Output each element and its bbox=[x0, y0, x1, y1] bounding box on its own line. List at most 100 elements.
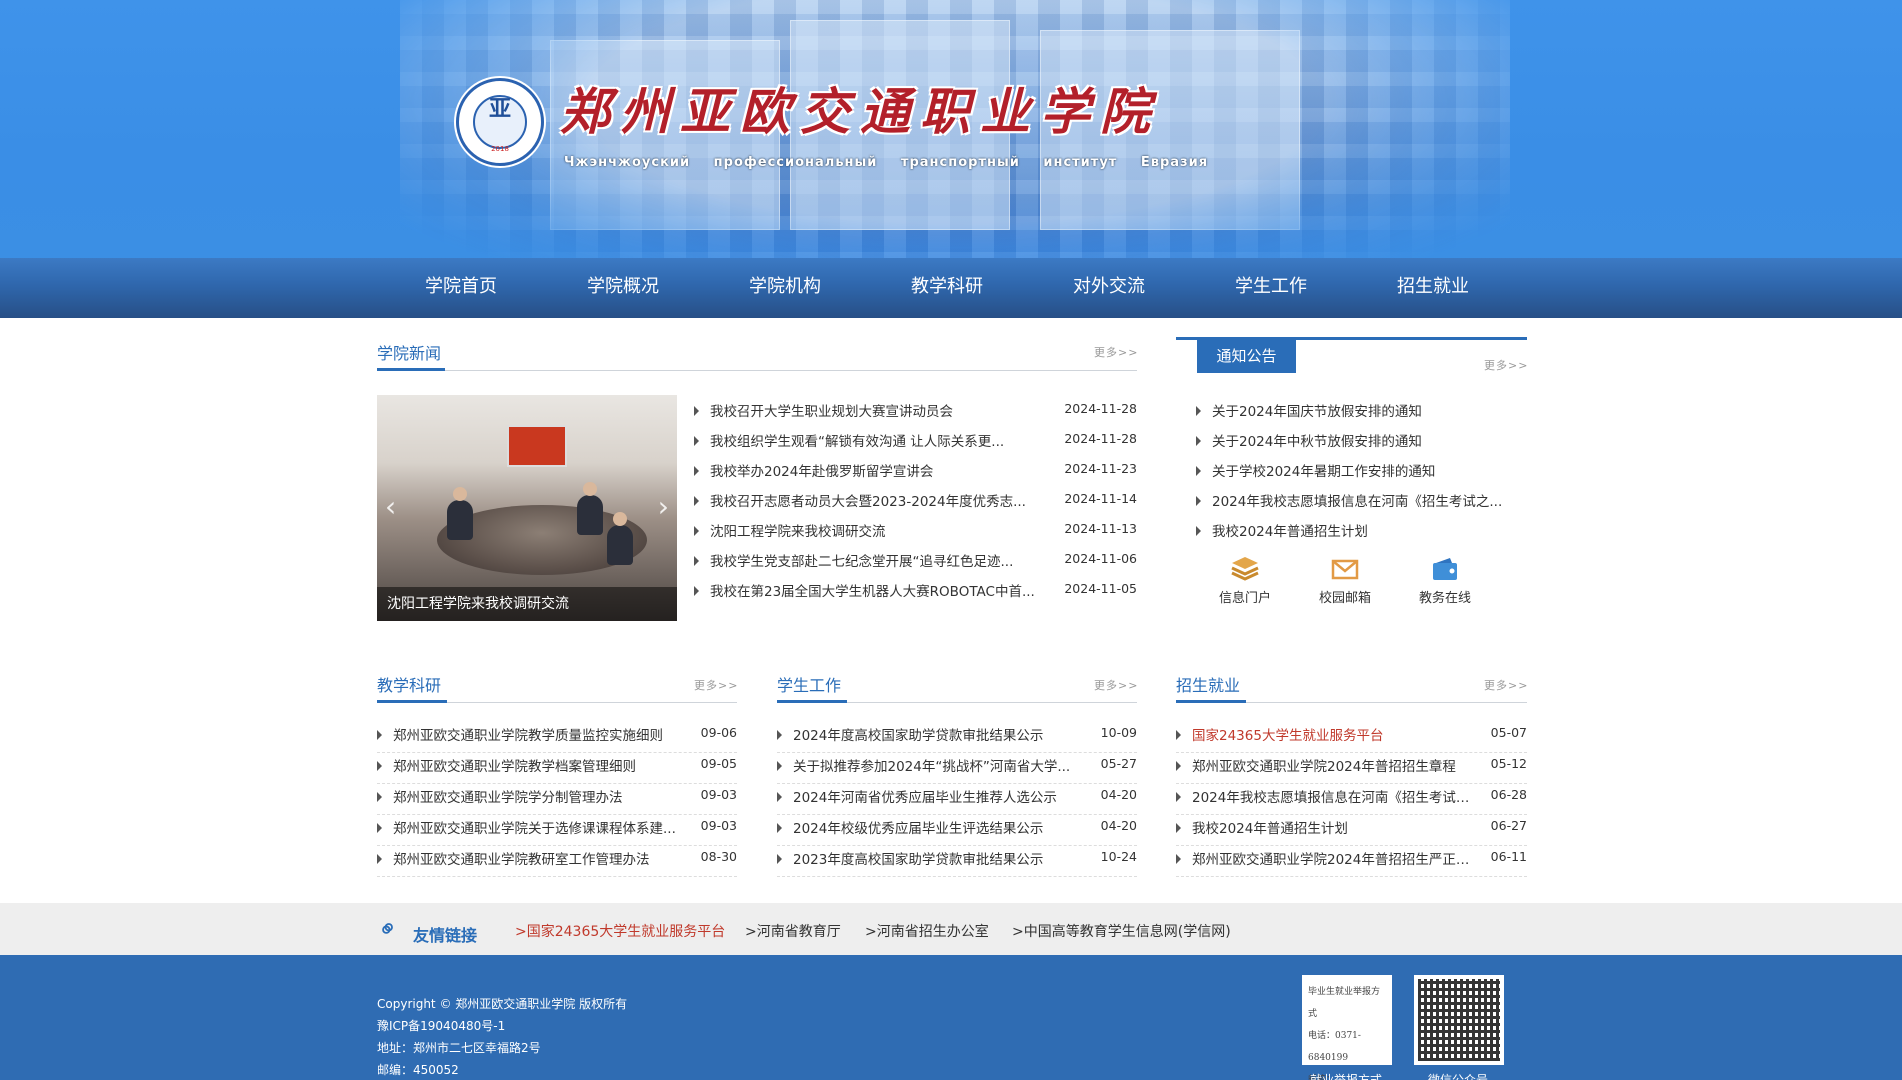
news-item-title[interactable]: 我校举办2024年赴俄罗斯留学宣讲会 bbox=[710, 460, 1060, 480]
notice-item[interactable]: 关于2024年中秋节放假安排的通知 bbox=[1196, 430, 1516, 452]
admission-item[interactable]: 2024年我校志愿填报信息在河南《招生考试之... 06-28 bbox=[1176, 786, 1527, 815]
student-item-title[interactable]: 2024年校级优秀应届毕业生评选结果公示 bbox=[793, 817, 1093, 837]
news-item-title[interactable]: 我校在第23届全国大学生机器人大赛ROBOTAC中首... bbox=[710, 580, 1060, 600]
student-item-title[interactable]: 2023年度高校国家助学贷款审批结果公示 bbox=[793, 848, 1093, 868]
teaching-item-date: 08-30 bbox=[700, 849, 737, 864]
nav-item-overview[interactable]: 学院概况 bbox=[542, 258, 704, 318]
notice-item[interactable]: 我校2024年普通招生计划 bbox=[1196, 520, 1516, 542]
admission-item-title[interactable]: 我校2024年普通招生计划 bbox=[1192, 817, 1482, 837]
notice-item-title[interactable]: 我校2024年普通招生计划 bbox=[1212, 520, 1512, 540]
news-item-title[interactable]: 我校学生党支部赴二七纪念堂开展“追寻红色足迹... bbox=[710, 550, 1060, 570]
notice-more-link[interactable]: 更多>> bbox=[1484, 357, 1528, 373]
nav-item-admission[interactable]: 招生就业 bbox=[1352, 258, 1514, 318]
admission-item-date: 05-12 bbox=[1490, 756, 1527, 771]
admission-section-title: 招生就业 bbox=[1176, 676, 1241, 695]
news-item-title[interactable]: 我校组织学生观看“解锁有效沟通 让人际关系更... bbox=[710, 430, 1060, 450]
teaching-item-date: 09-03 bbox=[700, 787, 737, 802]
student-item[interactable]: 2024年河南省优秀应届毕业生推荐人选公示 04-20 bbox=[777, 786, 1137, 815]
teaching-item-title[interactable]: 郑州亚欧交通职业学院教学质量监控实施细则 bbox=[393, 724, 693, 744]
bullet-triangle-icon bbox=[377, 792, 382, 802]
notice-item[interactable]: 2024年我校志愿填报信息在河南《招生考试之... bbox=[1196, 490, 1516, 512]
friend-link-henan-edu[interactable]: >河南省教育厅 bbox=[745, 921, 841, 941]
student-item-date: 10-24 bbox=[1100, 849, 1137, 864]
teaching-item[interactable]: 郑州亚欧交通职业学院教学档案管理细则 09-05 bbox=[377, 755, 737, 784]
teaching-item[interactable]: 郑州亚欧交通职业学院教学质量监控实施细则 09-06 bbox=[377, 724, 737, 753]
news-item-title[interactable]: 我校召开志愿者动员大会暨2023-2024年度优秀志... bbox=[710, 490, 1060, 510]
nav-item-teaching[interactable]: 教学科研 bbox=[866, 258, 1028, 318]
news-item[interactable]: 沈阳工程学院来我校调研交流 2024-11-13 bbox=[694, 520, 1137, 542]
admission-item[interactable]: 郑州亚欧交通职业学院2024年普招招生严正声... 06-11 bbox=[1176, 848, 1527, 877]
admission-item-title[interactable]: 2024年我校志愿填报信息在河南《招生考试之... bbox=[1192, 786, 1482, 806]
slider-photo-head bbox=[453, 487, 467, 501]
teaching-item-title[interactable]: 郑州亚欧交通职业学院教研室工作管理办法 bbox=[393, 848, 693, 868]
nav-item-home[interactable]: 学院首页 bbox=[380, 258, 542, 318]
news-slider[interactable]: ‹ › 沈阳工程学院来我校调研交流 bbox=[377, 395, 677, 621]
news-item[interactable]: 我校召开志愿者动员大会暨2023-2024年度优秀志... 2024-11-14 bbox=[694, 490, 1137, 512]
nav-item-student-work[interactable]: 学生工作 bbox=[1190, 258, 1352, 318]
bullet-triangle-icon bbox=[694, 526, 699, 536]
admission-more-link[interactable]: 更多>> bbox=[1484, 677, 1528, 693]
notice-item-title[interactable]: 2024年我校志愿填报信息在河南《招生考试之... bbox=[1212, 490, 1512, 510]
admission-item[interactable]: 郑州亚欧交通职业学院2024年普招招生章程 05-12 bbox=[1176, 755, 1527, 784]
news-item-date: 2024-11-13 bbox=[1064, 521, 1137, 536]
bullet-triangle-icon bbox=[694, 496, 699, 506]
friend-link-henan-admission[interactable]: >河南省招生办公室 bbox=[865, 921, 989, 941]
footer-copyright: Copyright © 郑州亚欧交通职业学院 版权所有 bbox=[377, 997, 628, 1011]
admission-item-title[interactable]: 郑州亚欧交通职业学院2024年普招招生严正声... bbox=[1192, 848, 1482, 868]
admission-item-date: 05-07 bbox=[1490, 725, 1527, 740]
student-item-title[interactable]: 2024年河南省优秀应届毕业生推荐人选公示 bbox=[793, 786, 1093, 806]
student-item[interactable]: 2024年度高校国家助学贷款审批结果公示 10-09 bbox=[777, 724, 1137, 753]
bullet-triangle-icon bbox=[1176, 823, 1181, 833]
nav-item-exchange[interactable]: 对外交流 bbox=[1028, 258, 1190, 318]
news-item[interactable]: 我校召开大学生职业规划大赛宣讲动员会 2024-11-28 bbox=[694, 400, 1137, 422]
footer-icp[interactable]: 豫ICP备19040480号-1 bbox=[377, 1017, 505, 1034]
notice-tab[interactable]: 通知公告 bbox=[1197, 340, 1296, 373]
report-contact-line: 电话：0371-6840199 bbox=[1308, 1031, 1361, 1063]
teaching-item[interactable]: 郑州亚欧交通职业学院关于选修课课程体系建... 09-03 bbox=[377, 817, 737, 846]
student-item[interactable]: 关于拟推荐参加2024年“挑战杯”河南省大学... 05-27 bbox=[777, 755, 1137, 784]
student-item-title[interactable]: 关于拟推荐参加2024年“挑战杯”河南省大学... bbox=[793, 755, 1093, 775]
teaching-item-title[interactable]: 郑州亚欧交通职业学院教学档案管理细则 bbox=[393, 755, 693, 775]
news-item-title[interactable]: 我校召开大学生职业规划大赛宣讲动员会 bbox=[710, 400, 1060, 420]
admission-item-title[interactable]: 国家24365大学生就业服务平台 bbox=[1192, 724, 1482, 744]
student-item-title[interactable]: 2024年度高校国家助学贷款审批结果公示 bbox=[793, 724, 1093, 744]
admission-item[interactable]: 国家24365大学生就业服务平台 05-07 bbox=[1176, 724, 1527, 753]
student-item[interactable]: 2024年校级优秀应届毕业生评选结果公示 04-20 bbox=[777, 817, 1137, 846]
news-item-date: 2024-11-05 bbox=[1064, 581, 1137, 596]
teaching-item[interactable]: 郑州亚欧交通职业学院学分制管理办法 09-03 bbox=[377, 786, 737, 815]
slider-prev-icon[interactable]: ‹ bbox=[385, 490, 396, 523]
nav-item-organization[interactable]: 学院机构 bbox=[704, 258, 866, 318]
quick-link-portal[interactable]: 信息门户 bbox=[1200, 555, 1290, 606]
bullet-triangle-icon bbox=[777, 823, 782, 833]
news-item[interactable]: 我校组织学生观看“解锁有效沟通 让人际关系更... 2024-11-28 bbox=[694, 430, 1137, 452]
school-logo[interactable]: 亚 2018 bbox=[456, 78, 544, 166]
teaching-item-title[interactable]: 郑州亚欧交通职业学院关于选修课课程体系建... bbox=[393, 817, 693, 837]
news-item[interactable]: 我校学生党支部赴二七纪念堂开展“追寻红色足迹... 2024-11-06 bbox=[694, 550, 1137, 572]
stack-icon bbox=[1200, 555, 1290, 583]
teaching-item[interactable]: 郑州亚欧交通职业学院教研室工作管理办法 08-30 bbox=[377, 848, 737, 877]
admission-item-title[interactable]: 郑州亚欧交通职业学院2024年普招招生章程 bbox=[1192, 755, 1482, 775]
news-item[interactable]: 我校在第23届全国大学生机器人大赛ROBOTAC中首... 2024-11-05 bbox=[694, 580, 1137, 602]
news-item[interactable]: 我校举办2024年赴俄罗斯留学宣讲会 2024-11-23 bbox=[694, 460, 1137, 482]
slider-photo-head bbox=[613, 512, 627, 526]
teaching-more-link[interactable]: 更多>> bbox=[694, 677, 738, 693]
bullet-triangle-icon bbox=[377, 854, 382, 864]
notice-item[interactable]: 关于学校2024年暑期工作安排的通知 bbox=[1196, 460, 1516, 482]
notice-item[interactable]: 关于2024年国庆节放假安排的通知 bbox=[1196, 400, 1516, 422]
quick-link-mail[interactable]: 校园邮箱 bbox=[1300, 555, 1390, 606]
notice-item-title[interactable]: 关于2024年国庆节放假安排的通知 bbox=[1212, 400, 1512, 420]
teaching-item-title[interactable]: 郑州亚欧交通职业学院学分制管理办法 bbox=[393, 786, 693, 806]
notice-item-title[interactable]: 关于学校2024年暑期工作安排的通知 bbox=[1212, 460, 1512, 480]
friend-link-24365[interactable]: >国家24365大学生就业服务平台 bbox=[515, 921, 725, 941]
student-item[interactable]: 2023年度高校国家助学贷款审批结果公示 10-24 bbox=[777, 848, 1137, 877]
friend-link-chsi[interactable]: >中国高等教育学生信息网(学信网) bbox=[1012, 921, 1231, 941]
notice-header: 通知公告 bbox=[1176, 337, 1527, 373]
news-more-link[interactable]: 更多>> bbox=[1094, 344, 1138, 360]
news-item-title[interactable]: 沈阳工程学院来我校调研交流 bbox=[710, 520, 1060, 540]
notice-item-title[interactable]: 关于2024年中秋节放假安排的通知 bbox=[1212, 430, 1512, 450]
quick-link-academic[interactable]: 教务在线 bbox=[1400, 555, 1490, 606]
slider-next-icon[interactable]: › bbox=[658, 490, 669, 523]
admission-item[interactable]: 我校2024年普通招生计划 06-27 bbox=[1176, 817, 1527, 846]
student-more-link[interactable]: 更多>> bbox=[1094, 677, 1138, 693]
student-item-date: 10-09 bbox=[1100, 725, 1137, 740]
